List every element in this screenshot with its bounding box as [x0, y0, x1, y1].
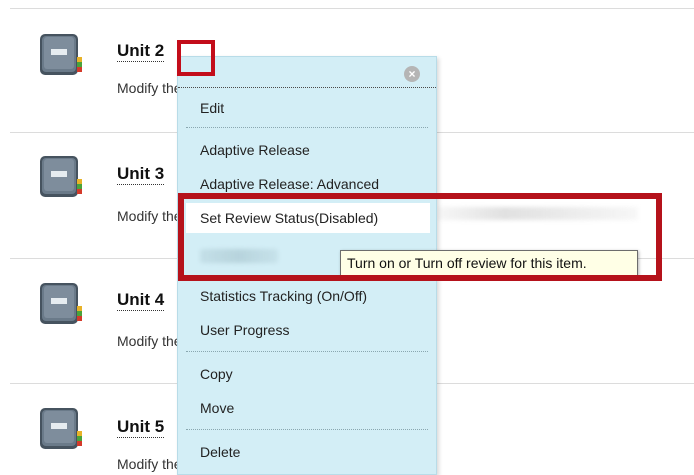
menu-item-adaptive-release[interactable]: Adaptive Release — [200, 141, 310, 159]
menu-item-statistics-tracking[interactable]: Statistics Tracking (On/Off) — [200, 287, 367, 305]
unit-title[interactable]: Unit 4 — [117, 290, 165, 311]
unit-title[interactable]: Unit 3 — [117, 164, 165, 185]
menu-trigger-highlight — [177, 40, 215, 76]
menu-top-divider — [178, 87, 436, 88]
menu-separator — [186, 351, 428, 352]
menu-separator — [186, 127, 428, 128]
menu-separator — [186, 429, 428, 430]
menu-item-adaptive-release-advanced[interactable]: Adaptive Release: Advanced — [200, 175, 379, 193]
menu-item-move[interactable]: Move — [200, 399, 234, 417]
close-icon[interactable]: × — [404, 66, 420, 82]
menu-item-edit[interactable]: Edit — [200, 99, 224, 117]
unit-title[interactable]: Unit 5 — [117, 417, 165, 438]
review-status-highlight — [178, 193, 662, 281]
learning-module-icon — [40, 408, 82, 449]
top-divider — [10, 8, 694, 9]
menu-item-user-progress[interactable]: User Progress — [200, 321, 289, 339]
unit-title[interactable]: Unit 2 — [117, 41, 165, 62]
learning-module-icon — [40, 156, 82, 197]
learning-module-icon — [40, 283, 82, 324]
learning-module-icon — [40, 34, 82, 75]
menu-item-copy[interactable]: Copy — [200, 365, 233, 383]
menu-item-delete[interactable]: Delete — [200, 443, 240, 461]
